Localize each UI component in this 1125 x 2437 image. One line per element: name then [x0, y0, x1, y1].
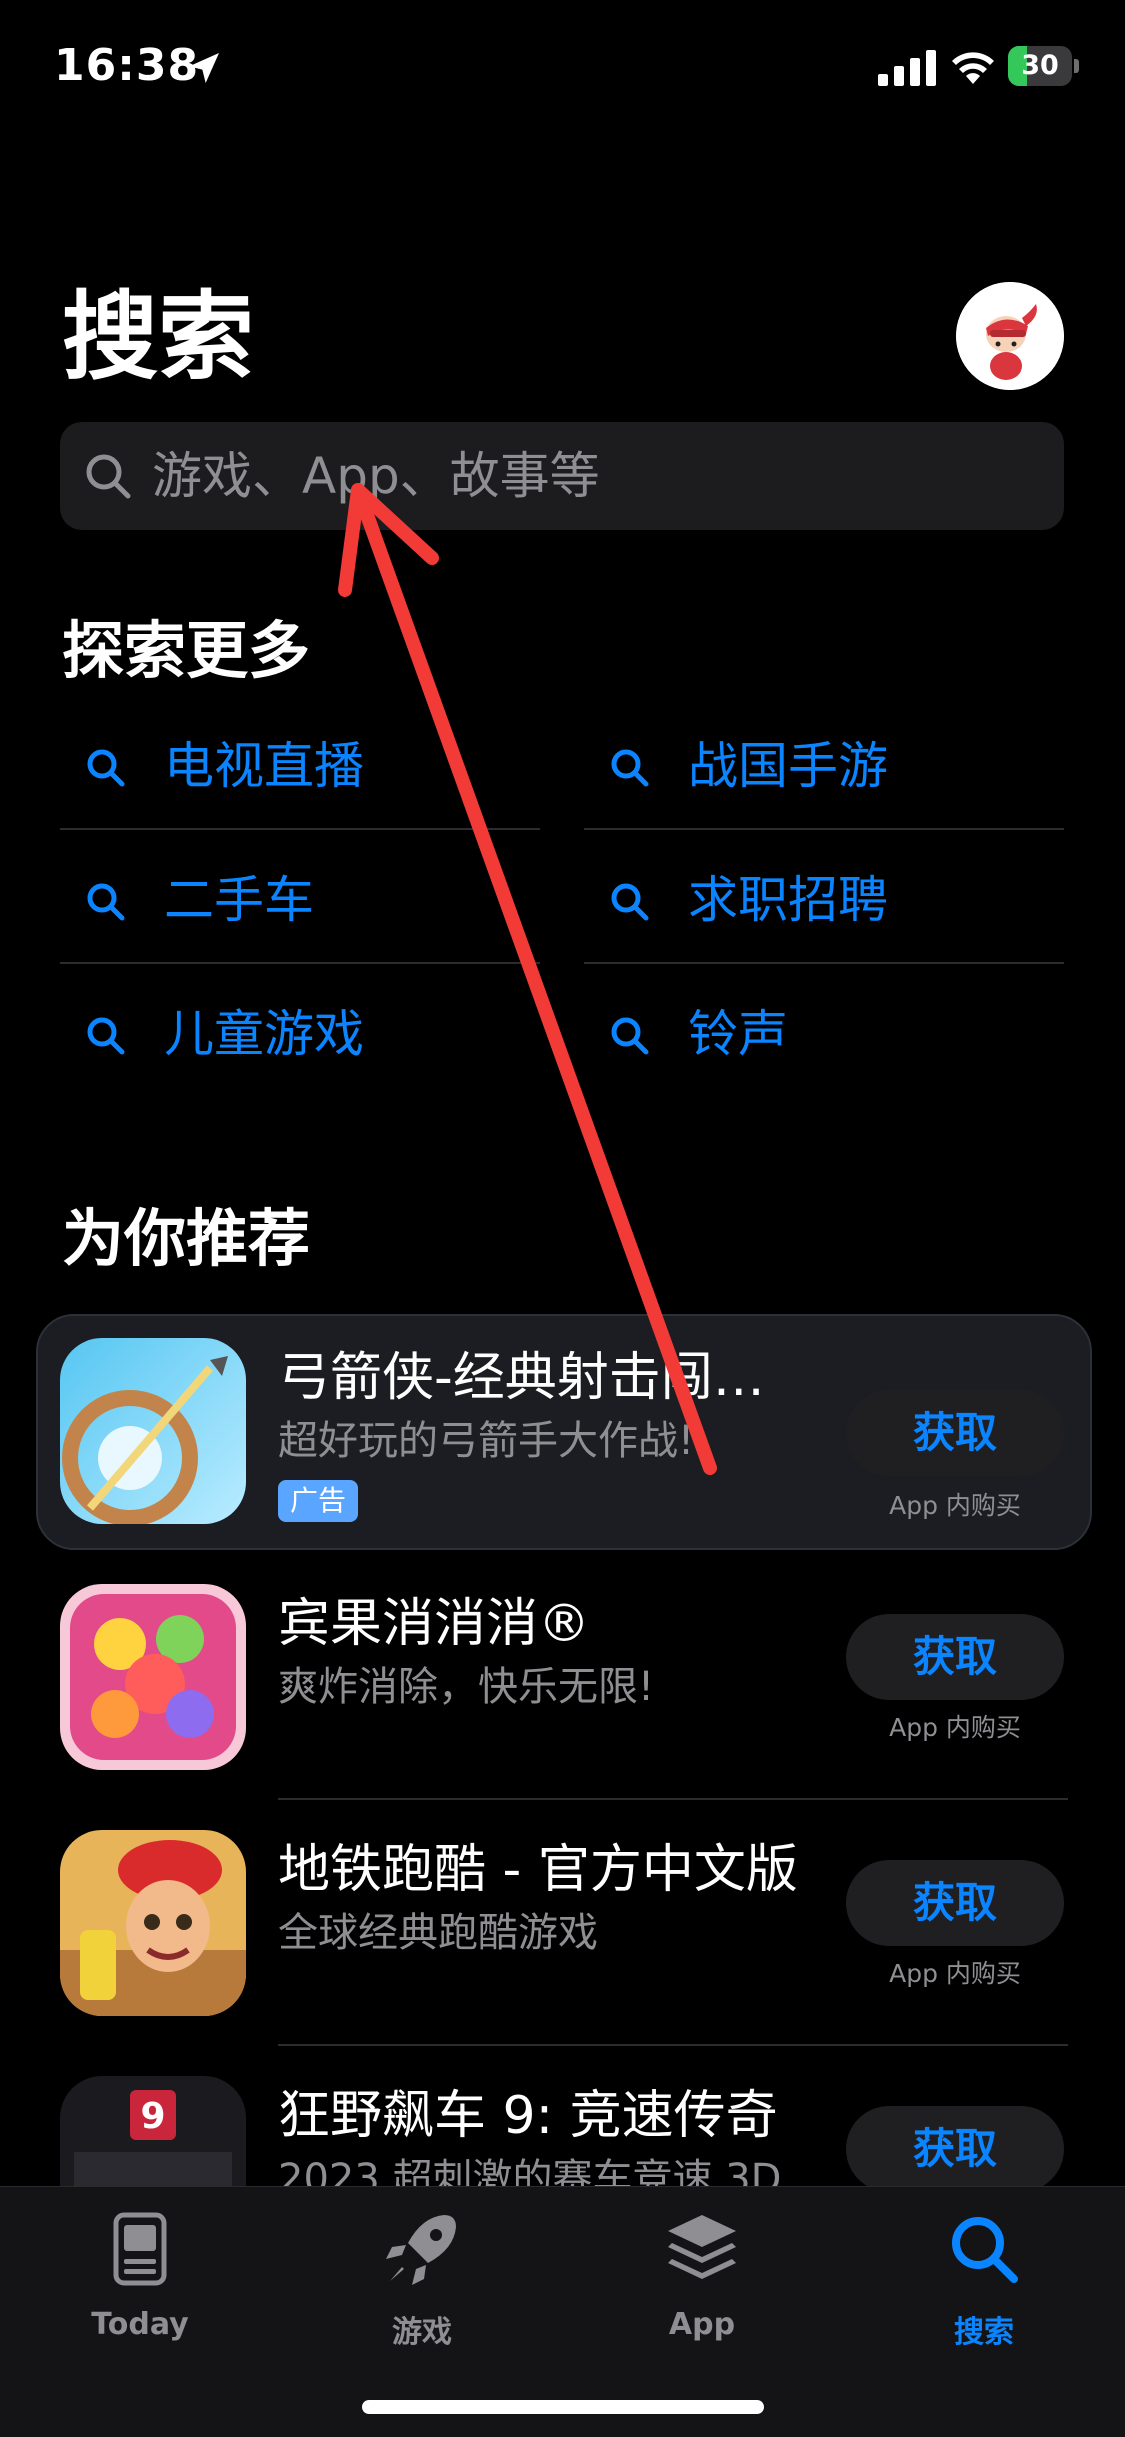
ad-badge: 广告	[278, 1480, 358, 1522]
search-icon	[87, 1017, 125, 1055]
today-icon	[113, 2212, 167, 2286]
app-row[interactable]: 宾果消消消® 爽炸消除，快乐无限! 获取 App 内购买	[60, 1584, 1070, 1770]
page-title: 搜索	[62, 281, 254, 393]
layers-icon	[668, 2215, 736, 2279]
status-time: 16:38	[54, 40, 200, 91]
rocket-icon	[386, 2215, 456, 2285]
account-avatar[interactable]	[956, 282, 1064, 390]
discover-item-label: 求职招聘	[688, 871, 888, 929]
battery-indicator: 30	[1008, 46, 1080, 88]
app-subtitle: 全球经典跑酷游戏	[278, 1910, 598, 1956]
app-row[interactable]: 地铁跑酷 - 官方中文版 全球经典跑酷游戏 获取 App 内购买	[60, 1830, 1070, 2016]
discover-item-label: 二手车	[164, 871, 314, 929]
recommend-heading: 为你推荐	[62, 1202, 311, 1275]
discover-item-label: 儿童游戏	[164, 1005, 364, 1063]
discover-item-label: 战国手游	[688, 737, 888, 795]
tab-search[interactable]: 搜索	[884, 2209, 1084, 2359]
search-icon	[611, 883, 649, 921]
search-icon	[952, 2217, 1018, 2283]
discover-item[interactable]: 电视直播	[60, 700, 540, 834]
in-app-purchase-note: App 内购买	[889, 1959, 1021, 1988]
tab-label: 搜索	[954, 2315, 1014, 2350]
tab-apps[interactable]: App	[602, 2209, 802, 2359]
avatar-cartoon-icon	[956, 282, 1064, 390]
divider	[60, 962, 540, 964]
app-icon-candy	[60, 1584, 246, 1770]
search-icon	[87, 749, 125, 787]
get-button[interactable]: 获取	[846, 2106, 1064, 2192]
app-name: 宾果消消消®	[278, 1594, 591, 1654]
tab-label: 游戏	[392, 2315, 452, 2350]
search-icon	[86, 454, 131, 499]
discover-item-label: 铃声	[688, 1005, 788, 1063]
get-button[interactable]: 获取	[846, 1390, 1064, 1476]
discover-item[interactable]: 铃声	[584, 968, 1064, 1102]
tab-label: Today	[91, 2307, 189, 2342]
discover-item-label: 电视直播	[164, 737, 364, 795]
svg-text:9: 9	[140, 2096, 165, 2137]
search-icon	[611, 1017, 649, 1055]
tab-label: App	[668, 2307, 736, 2342]
app-row[interactable]: 弓箭侠-经典射击闯… 超好玩的弓箭手大作战! 广告 获取 App 内购买	[60, 1338, 1070, 1524]
divider	[60, 828, 540, 830]
app-icon-subway-surfers	[60, 1830, 246, 2016]
search-icon	[611, 749, 649, 787]
battery-level: 30	[1021, 50, 1059, 81]
app-subtitle: 爽炸消除，快乐无限!	[278, 1664, 655, 1710]
in-app-purchase-note: App 内购买	[889, 1713, 1021, 1742]
discover-item[interactable]: 战国手游	[584, 700, 1064, 834]
app-icon-archery	[60, 1338, 246, 1524]
search-field[interactable]: 游戏、App、故事等	[60, 422, 1064, 530]
get-button[interactable]: 获取	[846, 1614, 1064, 1700]
app-name: 狂野飙车 9: 竞速传奇	[278, 2086, 778, 2146]
divider	[584, 962, 1064, 964]
divider	[584, 828, 1064, 830]
discover-heading: 探索更多	[62, 614, 311, 687]
home-indicator[interactable]	[362, 2400, 764, 2414]
status-bar: 16:38 30	[0, 0, 1125, 140]
discover-item[interactable]: 儿童游戏	[60, 968, 540, 1102]
in-app-purchase-note: App 内购买	[889, 1491, 1021, 1520]
tab-games[interactable]: 游戏	[322, 2209, 522, 2359]
divider	[278, 2044, 1068, 2046]
discover-item[interactable]: 二手车	[60, 834, 540, 968]
app-name: 地铁跑酷 - 官方中文版	[278, 1840, 798, 1900]
search-placeholder: 游戏、App、故事等	[152, 447, 600, 505]
app-subtitle: 超好玩的弓箭手大作战!	[278, 1418, 695, 1464]
divider	[278, 1798, 1068, 1800]
wifi-icon	[952, 52, 994, 84]
app-name: 弓箭侠-经典射击闯…	[278, 1348, 765, 1408]
location-arrow-icon	[189, 53, 219, 83]
get-button[interactable]: 获取	[846, 1860, 1064, 1946]
cellular-signal-icon	[878, 50, 936, 86]
tab-today[interactable]: Today	[40, 2209, 240, 2359]
search-icon	[87, 883, 125, 921]
discover-item[interactable]: 求职招聘	[584, 834, 1064, 968]
